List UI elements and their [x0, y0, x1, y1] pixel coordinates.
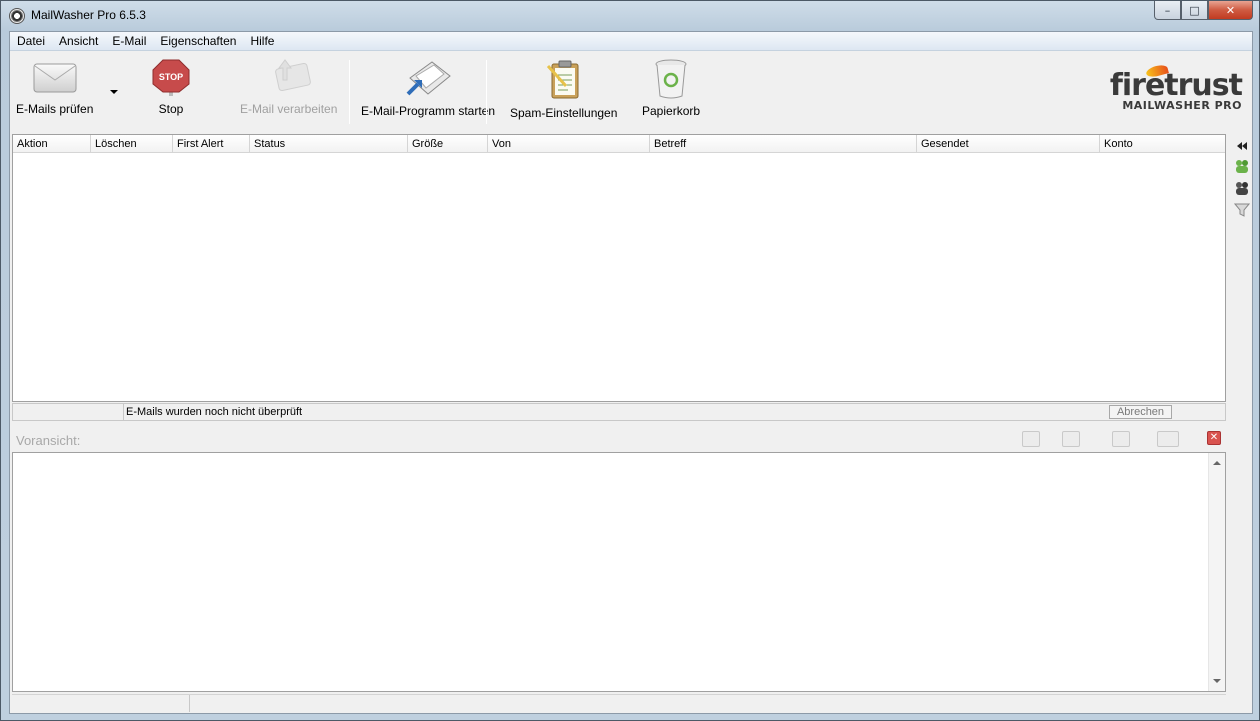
check-status-bar: E-Mails wurden noch nicht überprüft Abre…: [12, 403, 1226, 421]
clipboard-icon: [546, 60, 579, 99]
preview-attachment-icon[interactable]: [1112, 431, 1130, 447]
filter-funnel-icon[interactable]: [1233, 202, 1251, 218]
menu-hilfe[interactable]: Hilfe: [243, 32, 281, 51]
app-icon[interactable]: [9, 8, 25, 24]
firetrust-logo: firetrust MAILWASHER PRO: [1110, 63, 1243, 111]
close-button[interactable]: ✕: [1208, 1, 1253, 20]
spam-settings-button[interactable]: Spam-Einstellungen: [510, 58, 617, 120]
launch-mail-program-button[interactable]: E-Mail-Programm starten: [361, 58, 495, 118]
scroll-up-arrow-icon[interactable]: [1213, 461, 1221, 465]
preview-toolbar: Voransicht: ✕: [12, 424, 1226, 452]
side-panel: [1230, 134, 1252, 254]
column-betreff[interactable]: Betreff: [650, 135, 917, 153]
process-mail-label: E-Mail verarbeiten: [240, 102, 338, 116]
stop-label: Stop: [158, 102, 184, 116]
preview-document-icon[interactable]: [1022, 431, 1040, 447]
column-groesse[interactable]: Größe: [408, 135, 488, 153]
preview-headers-icon[interactable]: [1157, 431, 1179, 447]
stop-sign-text: STOP: [159, 72, 183, 82]
menu-bar: Datei Ansicht E-Mail Eigenschaften Hilfe: [10, 32, 1252, 51]
preview-html-icon[interactable]: [1062, 431, 1080, 447]
preview-scrollbar[interactable]: [1208, 453, 1225, 691]
spam-settings-label: Spam-Einstellungen: [510, 106, 618, 120]
client-area: Datei Ansicht E-Mail Eigenschaften Hilfe…: [9, 31, 1253, 714]
trash-button[interactable]: Papierkorb: [642, 58, 700, 118]
bottom-status-cell: [12, 695, 190, 712]
status-progress-cell: [13, 404, 124, 420]
scroll-down-arrow-icon[interactable]: [1213, 679, 1221, 683]
process-mail-button[interactable]: E-Mail verarbeiten: [240, 58, 337, 116]
column-aktion[interactable]: Aktion: [13, 135, 91, 153]
check-mail-label: E-Mails prüfen: [16, 102, 94, 116]
stop-button[interactable]: STOP Stop: [151, 58, 191, 116]
column-first-alert[interactable]: First Alert: [173, 135, 250, 153]
preview-close-button[interactable]: ✕: [1207, 431, 1221, 445]
toolbar: E-Mails prüfen STOP Stop E-Mail verarbei…: [10, 52, 1252, 132]
column-gesendet[interactable]: Gesendet: [917, 135, 1100, 153]
trash-label: Papierkorb: [642, 104, 701, 118]
mail-list-header: Aktion Löschen First Alert Status Größe …: [13, 135, 1225, 153]
menu-eigenschaften[interactable]: Eigenschaften: [153, 32, 243, 51]
menu-datei[interactable]: Datei: [10, 32, 52, 51]
preview-label: Voransicht:: [16, 433, 81, 448]
check-mail-button[interactable]: E-Mails prüfen: [16, 58, 93, 116]
toolbar-separator: [349, 60, 350, 124]
abort-button[interactable]: Abrechen: [1109, 405, 1172, 419]
menu-email[interactable]: E-Mail: [105, 32, 153, 51]
mail-list[interactable]: Aktion Löschen First Alert Status Größe …: [12, 134, 1226, 402]
window-title: MailWasher Pro 6.5.3: [31, 8, 146, 22]
process-mail-icon: [274, 59, 311, 92]
column-loeschen[interactable]: Löschen: [91, 135, 173, 153]
title-bar[interactable]: MailWasher Pro 6.5.3 – □ ✕: [1, 1, 1259, 31]
friends-icon[interactable]: [1234, 158, 1250, 174]
stop-sign-icon: STOP: [152, 59, 190, 96]
menu-ansicht[interactable]: Ansicht: [52, 32, 105, 51]
check-mail-dropdown-arrow[interactable]: [110, 90, 118, 94]
maximize-button[interactable]: □: [1181, 1, 1208, 20]
toolbar-separator: [486, 60, 487, 124]
column-status[interactable]: Status: [250, 135, 408, 153]
preview-pane[interactable]: [12, 452, 1226, 692]
minimize-button[interactable]: –: [1154, 1, 1181, 20]
launch-mail-program-label: E-Mail-Programm starten: [361, 104, 496, 118]
blacklist-icon[interactable]: [1234, 180, 1250, 196]
column-konto[interactable]: Konto: [1100, 135, 1225, 153]
main-window: MailWasher Pro 6.5.3 – □ ✕ Datei Ansicht…: [0, 0, 1260, 721]
bottom-status-bar: [12, 694, 1226, 712]
column-von[interactable]: Von: [488, 135, 650, 153]
collapse-arrows-icon[interactable]: [1234, 140, 1250, 156]
window-controls: – □ ✕: [1154, 1, 1253, 21]
check-status-message: E-Mails wurden noch nicht überprüft: [126, 406, 303, 418]
open-envelope-icon: [406, 61, 451, 96]
envelope-icon: [33, 63, 77, 93]
recycle-bin-icon: [655, 59, 687, 99]
